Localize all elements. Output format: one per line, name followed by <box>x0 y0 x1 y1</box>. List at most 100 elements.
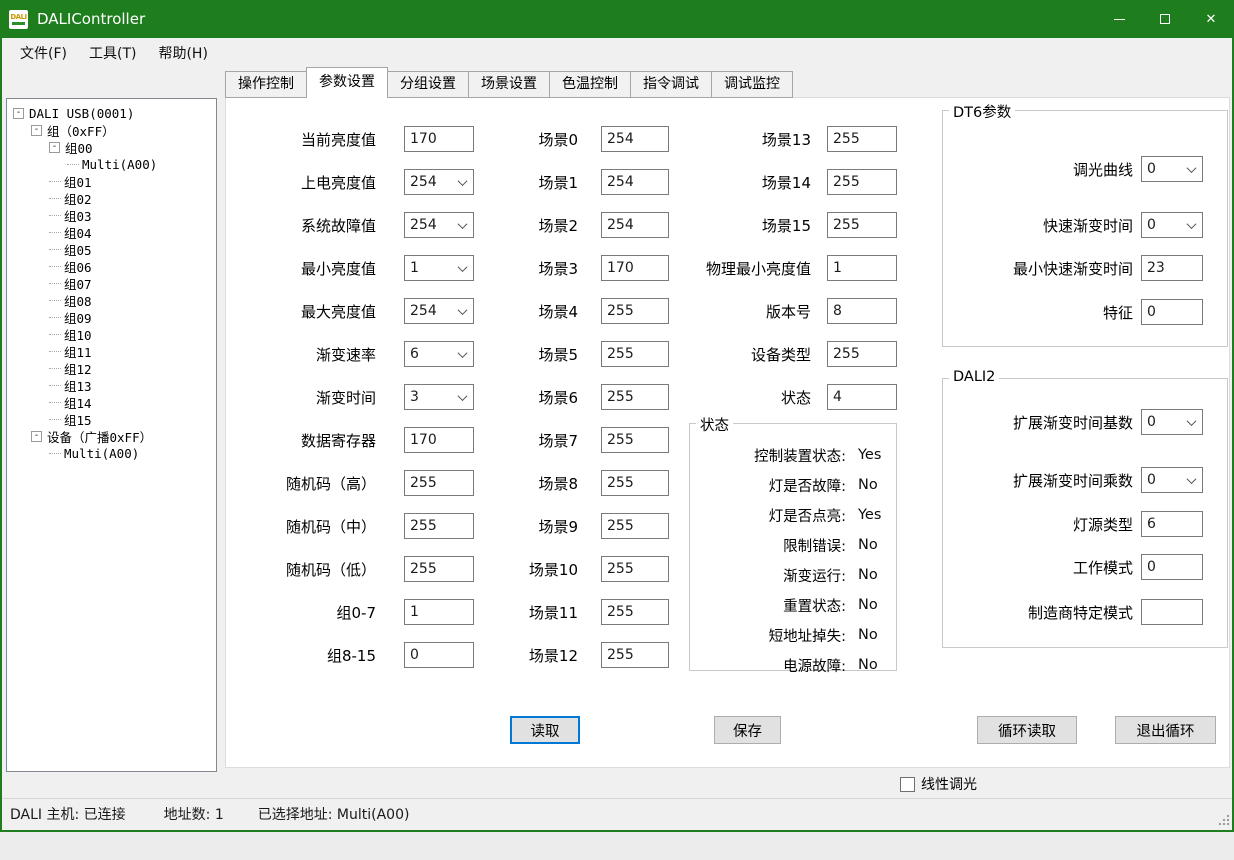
scene-5-input[interactable] <box>601 341 669 367</box>
random-code-low-input[interactable] <box>404 556 474 582</box>
tree-item-group-15[interactable]: 组15 <box>7 411 216 428</box>
tab-parameter-settings[interactable]: 参数设置 <box>306 67 388 98</box>
ext-fade-time-base-combobox[interactable]: 0 <box>1141 409 1203 435</box>
fade-time-combobox[interactable]: 3 <box>404 384 474 410</box>
tree-item-group-0xff[interactable]: -组（0xFF） <box>7 122 216 139</box>
menu-file[interactable]: 文件(F) <box>9 41 78 67</box>
tree-item-group-13[interactable]: 组13 <box>7 377 216 394</box>
scene-2-input[interactable] <box>601 212 669 238</box>
tab-grouping-settings[interactable]: 分组设置 <box>388 71 469 98</box>
fade-rate-combobox[interactable]: 6 <box>404 341 474 367</box>
operating-mode-input[interactable] <box>1141 554 1203 580</box>
tree-item-group-05[interactable]: 组05 <box>7 241 216 258</box>
ext-fade-time-multiplier-value: 0 <box>1147 472 1156 488</box>
fade-time-value: 3 <box>410 389 419 405</box>
scene-3-input[interactable] <box>601 255 669 281</box>
scene-12-input[interactable] <box>601 642 669 668</box>
data-register-input[interactable] <box>404 427 474 453</box>
max-brightness-combobox[interactable]: 254 <box>404 298 474 324</box>
tree-item-group-07[interactable]: 组07 <box>7 275 216 292</box>
scene-9-input[interactable] <box>601 513 669 539</box>
menu-help[interactable]: 帮助(H) <box>147 41 218 67</box>
manufacturer-specific-mode-input[interactable] <box>1141 599 1203 625</box>
fade-rate-label: 渐变速率 <box>244 344 376 365</box>
tree-item-group-04[interactable]: 组04 <box>7 224 216 241</box>
scene-8-input[interactable] <box>601 470 669 496</box>
scene-11-input[interactable] <box>601 599 669 625</box>
random-code-mid-input[interactable] <box>404 513 474 539</box>
tree-item-group-03[interactable]: 组03 <box>7 207 216 224</box>
collapse-icon[interactable]: - <box>49 142 60 153</box>
tree-item-group-00[interactable]: -组00 <box>7 139 216 156</box>
min-brightness-combobox[interactable]: 1 <box>404 255 474 281</box>
system-failure-value-combobox[interactable]: 254 <box>404 212 474 238</box>
scene-1-input[interactable] <box>601 169 669 195</box>
tab-operation-control[interactable]: 操作控制 <box>225 71 307 98</box>
scene-14-input[interactable] <box>827 169 897 195</box>
tree-item-group-06[interactable]: 组06 <box>7 258 216 275</box>
group-8-15-input[interactable] <box>404 642 474 668</box>
read-button[interactable]: 读取 <box>510 716 580 744</box>
device-tree: -DALI USB(0001)-组（0xFF）-组00Multi(A00)组01… <box>6 98 217 772</box>
min-fast-fade-time-input[interactable] <box>1141 255 1203 281</box>
collapse-icon[interactable]: - <box>31 125 42 136</box>
scene-15-input[interactable] <box>827 212 897 238</box>
status-value-input[interactable] <box>827 384 897 410</box>
tree-item-group-02[interactable]: 组02 <box>7 190 216 207</box>
collapse-icon[interactable]: - <box>31 431 42 442</box>
tree-item-group-12[interactable]: 组12 <box>7 360 216 377</box>
random-code-high-input[interactable] <box>404 470 474 496</box>
fast-fade-time-combobox[interactable]: 0 <box>1141 212 1203 238</box>
power-on-brightness-combobox[interactable]: 254 <box>404 169 474 195</box>
tree-item-dali-usb[interactable]: -DALI USB(0001) <box>7 105 216 122</box>
physical-min-brightness-input[interactable] <box>827 255 897 281</box>
tab-debug-monitor[interactable]: 调试监控 <box>712 71 793 98</box>
ext-fade-time-multiplier-combobox[interactable]: 0 <box>1141 467 1203 493</box>
scene-6-input[interactable] <box>601 384 669 410</box>
scene-column: 场景0场景1场景2场景3场景4场景5场景6场景7场景8场景9场景10场景11场景… <box>526 126 669 685</box>
status-bar: DALI 主机: 已连接 地址数: 1 已选择地址: Multi(A00) <box>2 798 1232 828</box>
scene-13-input[interactable] <box>827 126 897 152</box>
scene-0-input[interactable] <box>601 126 669 152</box>
maximize-button[interactable] <box>1142 0 1188 38</box>
tab-command-debug[interactable]: 指令调试 <box>631 71 712 98</box>
tree-item-group-10[interactable]: 组10 <box>7 326 216 343</box>
minimize-button[interactable] <box>1096 0 1142 38</box>
resize-grip[interactable] <box>1219 815 1229 825</box>
tree-item-group-01[interactable]: 组01 <box>7 173 216 190</box>
tab-scene-settings[interactable]: 场景设置 <box>469 71 550 98</box>
version-number-input[interactable] <box>827 298 897 324</box>
scene-10-input[interactable] <box>601 556 669 582</box>
current-brightness-input[interactable] <box>404 126 474 152</box>
group-8-15-label: 组8-15 <box>244 645 376 666</box>
light-source-type-input[interactable] <box>1141 511 1203 537</box>
tree-item-group-08[interactable]: 组08 <box>7 292 216 309</box>
scene-8-label: 场景8 <box>526 473 578 494</box>
exit-loop-button[interactable]: 退出循环 <box>1115 716 1216 744</box>
device-type-input[interactable] <box>827 341 897 367</box>
features-input[interactable] <box>1141 299 1203 325</box>
save-button[interactable]: 保存 <box>714 716 781 744</box>
scene-7-input[interactable] <box>601 427 669 453</box>
loop-read-button[interactable]: 循环读取 <box>977 716 1077 744</box>
dimming-curve-combobox[interactable]: 0 <box>1141 156 1203 182</box>
screen: DALI DALIController ✕ 文件(F) 工具(T) 帮助(H) … <box>0 0 1234 860</box>
tree-item-group-09[interactable]: 组09 <box>7 309 216 326</box>
version-number-label: 版本号 <box>681 301 811 322</box>
tree-item-group-14[interactable]: 组14 <box>7 394 216 411</box>
tree-item-multi-a00-2[interactable]: Multi(A00) <box>7 445 216 462</box>
tab-color-temp-control[interactable]: 色温控制 <box>550 71 631 98</box>
tree-item-group-11[interactable]: 组11 <box>7 343 216 360</box>
app-window: DALI DALIController ✕ 文件(F) 工具(T) 帮助(H) … <box>0 0 1234 832</box>
menu-tools[interactable]: 工具(T) <box>78 41 147 67</box>
group-0-7-input[interactable] <box>404 599 474 625</box>
tree-item-device-broadcast[interactable]: -设备（广播0xFF） <box>7 428 216 445</box>
tree-connector-icon <box>49 453 61 454</box>
collapse-icon[interactable]: - <box>13 108 24 119</box>
scene-4-input[interactable] <box>601 298 669 324</box>
tree-item-multi-a00[interactable]: Multi(A00) <box>7 156 216 173</box>
close-button[interactable]: ✕ <box>1188 0 1234 38</box>
linear-dimming-checkbox[interactable] <box>900 777 915 792</box>
dt6-group-title: DT6参数 <box>949 101 1015 122</box>
chevron-down-icon <box>458 176 468 186</box>
